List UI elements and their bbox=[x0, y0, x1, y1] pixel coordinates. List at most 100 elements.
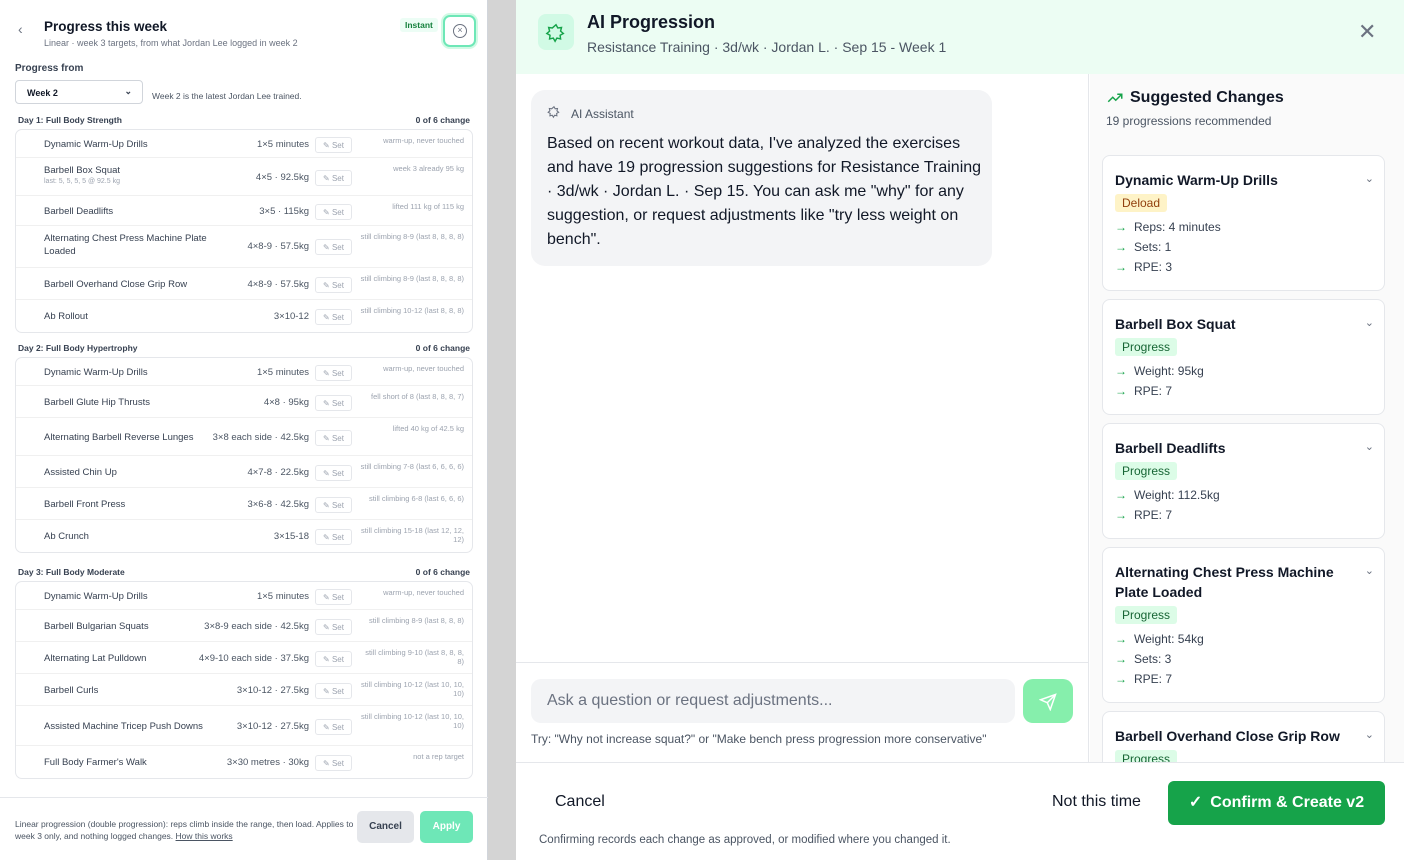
exercise-note: warm-up, never touched bbox=[383, 136, 464, 145]
arrow-right-icon: → bbox=[1115, 260, 1127, 274]
panel-title: Progress this week bbox=[44, 19, 168, 34]
cancel-button[interactable]: Cancel bbox=[357, 811, 414, 843]
suggestion-exercise-name: Barbell Overhand Close Grip Row bbox=[1115, 728, 1340, 744]
suggestion-card[interactable]: Alternating Chest Press Machine Plate Lo… bbox=[1102, 547, 1385, 703]
arrow-right-icon: → bbox=[1115, 384, 1127, 398]
last-logged: last: 5, 5, 5, 5 @ 92.5 kg bbox=[44, 178, 120, 185]
close-icon[interactable]: ✕ bbox=[1358, 20, 1376, 44]
sparkle-badge-icon bbox=[538, 14, 574, 50]
pencil-icon: ✎ bbox=[323, 759, 330, 768]
exercise-row: Barbell Box Squat last: 5, 5, 5, 5 @ 92.5… bbox=[16, 158, 472, 196]
pencil-icon: ✎ bbox=[323, 141, 330, 150]
set-button[interactable]: ✎ Set bbox=[315, 239, 352, 255]
set-button[interactable]: ✎ Set bbox=[315, 465, 352, 481]
set-button[interactable]: ✎ Set bbox=[315, 309, 352, 325]
set-button[interactable]: ✎ Set bbox=[315, 719, 352, 735]
apply-button[interactable]: Apply bbox=[420, 811, 473, 843]
day-change-count: 0 of 6 change bbox=[415, 343, 470, 353]
chevron-down-icon[interactable]: ⌄ bbox=[1365, 316, 1374, 329]
week-select-value: Week 2 bbox=[27, 88, 58, 98]
suggestion-tag: Progress bbox=[1115, 750, 1178, 762]
set-label: Set bbox=[331, 655, 344, 664]
suggestion-card[interactable]: Barbell Deadlifts ⌄ Progress → Weight: 112.5… bbox=[1102, 423, 1385, 539]
chevron-down-icon[interactable]: ⌄ bbox=[1365, 440, 1374, 453]
set-button[interactable]: ✎ Set bbox=[315, 755, 352, 771]
exercise-row: Barbell Glute Hip Thrusts 4×8 · 95kg ✎ Set… bbox=[16, 386, 472, 418]
pencil-icon: ✎ bbox=[323, 623, 330, 632]
send-icon bbox=[1038, 693, 1057, 712]
exercise-note: still climbing 8-9 (last 8, 8, 8, 8) bbox=[360, 232, 464, 241]
chevron-down-icon[interactable]: ⌄ bbox=[1365, 728, 1374, 741]
exercise-row: Alternating Lat Pulldown 4×9-10 each side… bbox=[16, 642, 472, 674]
chat-input[interactable] bbox=[531, 679, 1015, 723]
week-select[interactable]: Week 2 ⌄ bbox=[15, 80, 143, 104]
set-label: Set bbox=[331, 434, 344, 443]
suggestion-tag: Progress bbox=[1115, 338, 1178, 356]
pencil-icon: ✎ bbox=[323, 533, 330, 542]
pencil-icon: ✎ bbox=[323, 243, 330, 252]
suggestion-card[interactable]: Barbell Box Squat ⌄ Progress → Weight: 95kg →… bbox=[1102, 299, 1385, 415]
day-name: Day 1: Full Body Strength bbox=[18, 115, 122, 125]
confirm-create-button[interactable]: ✓ Confirm & Create v2 bbox=[1168, 781, 1385, 825]
exercise-name: Dynamic Warm-Up Drills bbox=[44, 139, 148, 150]
day-header: Day 2: Full Body Hypertrophy 0 of 6 chang… bbox=[18, 343, 470, 355]
suggestion-card[interactable]: Barbell Overhand Close Grip Row ⌄ Progress bbox=[1102, 711, 1385, 762]
send-button[interactable] bbox=[1023, 679, 1073, 723]
modal-cancel-button[interactable]: Cancel bbox=[555, 793, 605, 811]
arrow-right-icon: → bbox=[1115, 220, 1127, 234]
change-text: Weight: 54kg bbox=[1134, 632, 1204, 646]
suggested-subtitle: 19 progressions recommended bbox=[1106, 114, 1272, 128]
set-button[interactable]: ✎ Set bbox=[315, 395, 352, 411]
exercise-note: still climbing 10-12 (last 10, 10, 10) bbox=[361, 712, 464, 730]
set-button[interactable]: ✎ Set bbox=[315, 277, 352, 293]
ai-progression-modal: AI Progression Resistance Training · 3d/… bbox=[516, 0, 1404, 860]
pencil-icon: ✎ bbox=[323, 208, 330, 217]
exercise-note: not a rep target bbox=[413, 752, 464, 761]
exercise-target: 3×15-18 bbox=[273, 531, 309, 542]
suggestion-card[interactable]: Dynamic Warm-Up Drills ⌄ Deload → Reps: 4 mi… bbox=[1102, 155, 1385, 291]
chevron-down-icon[interactable]: ⌄ bbox=[1365, 172, 1374, 185]
set-button[interactable]: ✎ Set bbox=[315, 137, 352, 153]
set-button[interactable]: ✎ Set bbox=[315, 204, 352, 220]
exercise-target: 1×5 minutes bbox=[256, 367, 309, 378]
chevron-down-icon[interactable]: ⌄ bbox=[1365, 564, 1374, 577]
instant-badge: Instant bbox=[400, 18, 438, 32]
suggestion-change: → Sets: 1 bbox=[1115, 240, 1171, 254]
set-label: Set bbox=[331, 723, 344, 732]
exercise-name: Alternating Barbell Reverse Lunges bbox=[44, 432, 194, 443]
suggestion-change: → Weight: 54kg bbox=[1115, 632, 1204, 646]
arrow-right-icon: → bbox=[1115, 632, 1127, 646]
exercise-name: Barbell Front Press bbox=[44, 499, 126, 510]
set-button[interactable]: ✎ Set bbox=[315, 365, 352, 381]
exercise-target: 4×7-8 · 22.5kg bbox=[247, 467, 309, 478]
exercise-row: Assisted Machine Tricep Push Downs 3×10-1… bbox=[16, 706, 472, 746]
footer-note: Linear progression (double progression):… bbox=[15, 818, 355, 842]
how-this-works-link[interactable]: How this works bbox=[176, 831, 233, 841]
close-button[interactable]: × bbox=[443, 15, 476, 47]
change-text: RPE: 7 bbox=[1134, 508, 1173, 522]
not-this-time-button[interactable]: Not this time bbox=[1052, 793, 1141, 811]
set-button[interactable]: ✎ Set bbox=[315, 651, 352, 667]
set-button[interactable]: ✎ Set bbox=[315, 529, 352, 545]
exercise-note: warm-up, never touched bbox=[383, 588, 464, 597]
day-change-count: 0 of 6 change bbox=[415, 115, 470, 125]
change-text: Sets: 1 bbox=[1134, 240, 1172, 254]
day-header: Day 1: Full Body Strength 0 of 6 change bbox=[18, 115, 470, 127]
exercise-note: still climbing 6-8 (last 6, 6, 6) bbox=[368, 494, 464, 503]
exercise-target: 1×5 minutes bbox=[256, 591, 309, 602]
pencil-icon: ✎ bbox=[323, 399, 330, 408]
suggested-changes-panel: Suggested Changes 19 progressions recomm… bbox=[1090, 74, 1404, 762]
chevron-left-icon[interactable]: ‹ bbox=[18, 21, 32, 37]
set-button[interactable]: ✎ Set bbox=[315, 683, 352, 699]
exercise-note: still climbing 8-9 (last 8, 8, 8, 8) bbox=[360, 274, 464, 283]
set-button[interactable]: ✎ Set bbox=[315, 170, 352, 186]
suggestion-change: → RPE: 7 bbox=[1115, 508, 1172, 522]
set-button[interactable]: ✎ Set bbox=[315, 430, 352, 446]
set-button[interactable]: ✎ Set bbox=[315, 497, 352, 513]
panel-footer: Linear progression (double progression):… bbox=[0, 797, 488, 860]
set-button[interactable]: ✎ Set bbox=[315, 589, 352, 605]
progress-panel: ‹ Progress this week Linear · week 3 tar… bbox=[0, 0, 488, 860]
set-label: Set bbox=[331, 399, 344, 408]
set-button[interactable]: ✎ Set bbox=[315, 619, 352, 635]
assistant-message: AI Assistant Based on recent workout dat… bbox=[531, 90, 992, 266]
